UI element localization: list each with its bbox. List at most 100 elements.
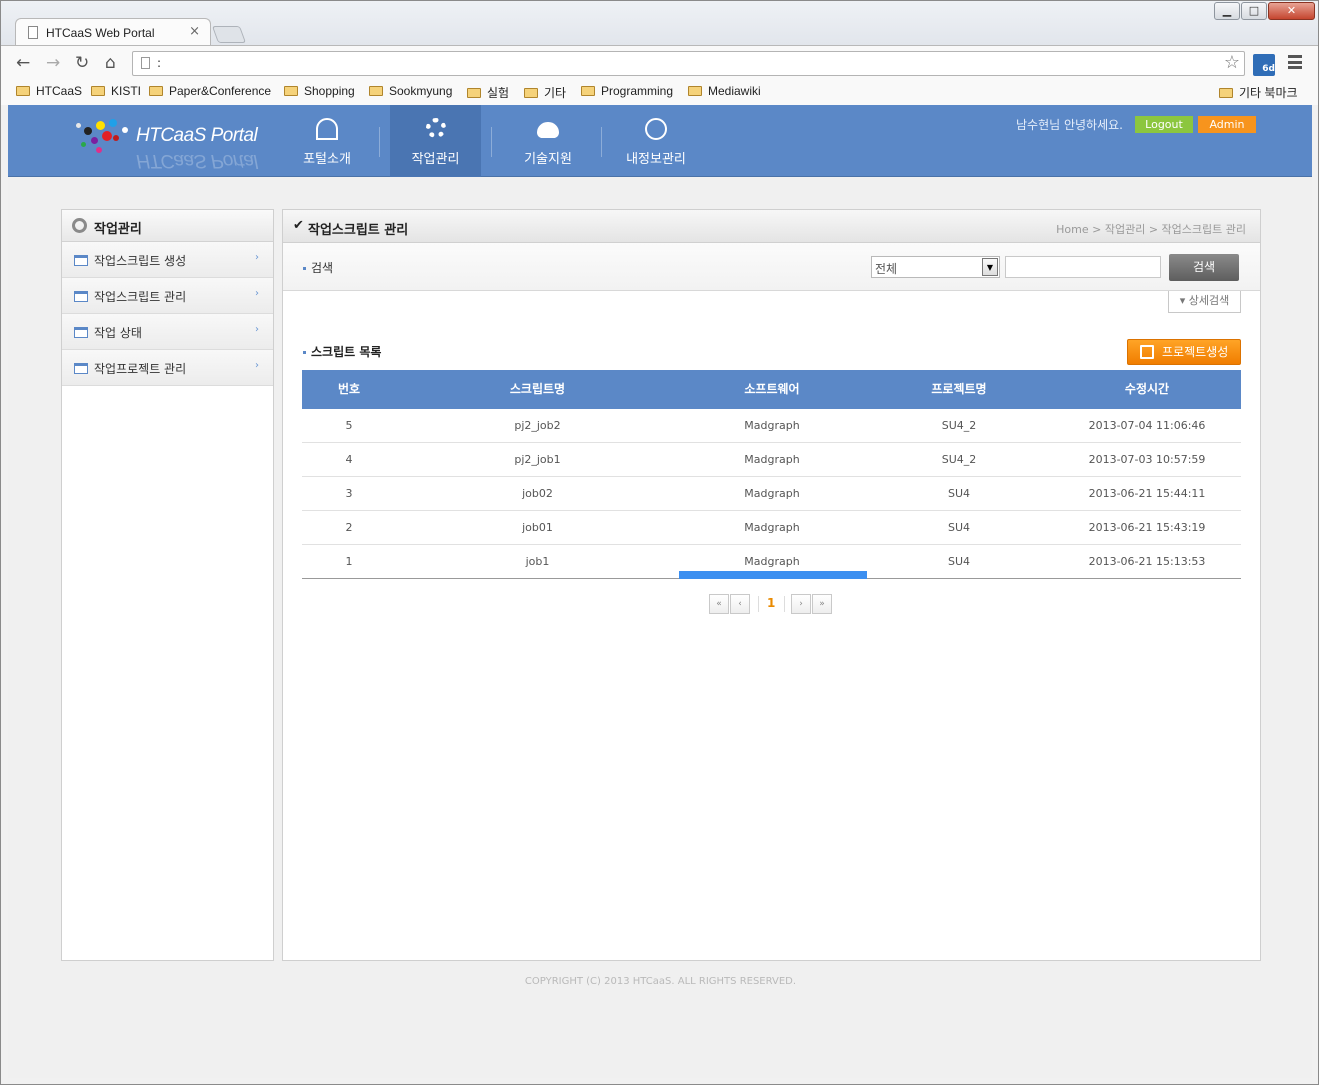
page-title: 작업스크립트 관리 [308, 223, 409, 238]
cell-modified-time: 2013-06-21 15:43:19 [1088, 521, 1206, 534]
list-title: 스크립트 목록 [303, 343, 381, 360]
gnb-divider [491, 127, 492, 157]
search-filter-select[interactable]: 전체 ▼ [871, 256, 1000, 278]
search-input[interactable] [1005, 256, 1161, 278]
bookmark-kisti[interactable]: KISTI [91, 84, 141, 98]
maximize-button[interactable]: □ [1241, 2, 1267, 20]
last-page-button[interactable]: » [812, 594, 832, 614]
gnb-tech-support[interactable]: 기술지원 [502, 105, 594, 177]
chevron-down-icon[interactable]: ▼ [982, 258, 998, 276]
tab-title: HTCaaS Web Portal [46, 26, 155, 40]
home-icon[interactable]: ⌂ [105, 53, 116, 73]
cell-script-name[interactable]: pj2_job2 [396, 409, 679, 443]
sidebar-item-manage-project[interactable]: 작업프로젝트 관리 › [62, 350, 273, 386]
bookmark-htcaas[interactable]: HTCaaS [16, 84, 82, 98]
sidebar-item-create-script[interactable]: 작업스크립트 생성 › [62, 242, 273, 278]
back-icon[interactable]: ← [16, 53, 30, 73]
chevron-right-icon: › [255, 288, 259, 299]
portal-header: HTCaaS Portal HTCaaS Portal 포털소개 작업관리 기술… [8, 105, 1312, 177]
logo-icon[interactable] [76, 117, 136, 161]
gnb-portal-intro[interactable]: 포털소개 [280, 105, 374, 177]
gnb-my-info[interactable]: 내정보관리 [612, 105, 700, 177]
gnb-divider [601, 127, 602, 157]
pagination-divider [758, 596, 759, 612]
chevron-right-icon: › [255, 360, 259, 371]
bookmark-star-icon[interactable]: ☆ [1224, 52, 1240, 73]
sidebar-item-job-status[interactable]: 작업 상태 › [62, 314, 273, 350]
cell-number: 4 [345, 453, 353, 466]
search-button[interactable]: 검색 [1169, 254, 1239, 281]
column-header[interactable]: 스크립트명 [396, 370, 679, 409]
cell-script-name[interactable]: job01 [396, 511, 679, 545]
tab-close-icon[interactable]: × [189, 24, 200, 39]
close-window-button[interactable]: ✕ [1268, 2, 1315, 20]
menu-icon[interactable] [1288, 55, 1302, 69]
page-number-current[interactable]: 1 [767, 596, 775, 610]
chevron-right-icon: › [255, 252, 259, 263]
sidebar: 작업관리 작업스크립트 생성 › 작업스크립트 관리 › 작업 상태 › 작업프… [61, 209, 274, 961]
cell-modified-time: 2013-07-03 10:57:59 [1088, 453, 1206, 466]
script-table: 번호 스크립트명 소프트웨어 프로젝트명 수정시간 5 pj2_job2 Mad… [302, 370, 1241, 579]
next-page-button[interactable]: › [791, 594, 811, 614]
search-area: 검색 전체 ▼ 검색 [283, 243, 1260, 291]
bookmark-paper-conference[interactable]: Paper&Conference [149, 84, 271, 98]
copyright: COPYRIGHT (C) 2013 HTCaaS. ALL RIGHTS RE… [524, 976, 797, 987]
minimize-button[interactable]: ▁ [1214, 2, 1240, 20]
cell-number: 2 [345, 521, 353, 534]
browser-tab[interactable]: HTCaaS Web Portal × [15, 18, 211, 46]
calendar-extension-icon[interactable]: 6d [1253, 54, 1275, 76]
cell-script-name[interactable]: pj2_job1 [396, 443, 679, 477]
folder-icon [284, 86, 298, 96]
column-header[interactable]: 소프트웨어 [679, 370, 865, 409]
cell-modified-time: 2013-06-21 15:44:11 [1088, 487, 1206, 500]
column-header[interactable]: 수정시간 [1053, 370, 1241, 409]
other-bookmarks[interactable]: 기타 북마크 [1219, 84, 1298, 101]
cell-script-name[interactable]: job02 [396, 477, 679, 511]
table-row[interactable]: 3 job02 Madgraph SU4 2013-06-21 15:44:11 [302, 477, 1241, 511]
cell-number: 3 [345, 487, 353, 500]
table-row[interactable]: 5 pj2_job2 Madgraph SU4_2 2013-07-04 11:… [302, 409, 1241, 443]
bookmark-etc[interactable]: 기타 [524, 84, 566, 101]
browser-window: HTCaaS Web Portal × ▁ □ ✕ ← → ↻ ⌂ : ☆ 6d… [0, 0, 1319, 1085]
folder-icon [369, 86, 383, 96]
cell-number: 5 [345, 419, 353, 432]
detail-search-button[interactable]: ▾ 상세검색 [1168, 291, 1241, 313]
folder-icon [16, 86, 30, 96]
folder-icon [91, 86, 105, 96]
bookmark-shopping[interactable]: Shopping [284, 84, 355, 98]
bookmark-mediawiki[interactable]: Mediawiki [688, 84, 761, 98]
bookmark-programming[interactable]: Programming [581, 84, 673, 98]
prev-page-button[interactable]: ‹ [730, 594, 750, 614]
cell-script-name[interactable]: job1 [396, 545, 679, 579]
admin-button[interactable]: Admin [1198, 116, 1256, 133]
address-bar[interactable]: : ☆ [132, 51, 1245, 76]
table-row[interactable]: 4 pj2_job1 Madgraph SU4_2 2013-07-03 10:… [302, 443, 1241, 477]
table-row[interactable]: 2 job01 Madgraph SU4 2013-06-21 15:43:19 [302, 511, 1241, 545]
forward-icon[interactable]: → [46, 53, 60, 73]
gnb-job-management[interactable]: 작업관리 [390, 105, 481, 177]
logout-button[interactable]: Logout [1135, 116, 1193, 133]
column-header[interactable]: 번호 [302, 370, 396, 409]
sidebar-item-manage-script[interactable]: 작업스크립트 관리 › [62, 278, 273, 314]
sidebar-item-label: 작업 상태 [94, 326, 142, 340]
cell-number: 1 [345, 555, 353, 568]
bookmark-sookmyung[interactable]: Sookmyung [369, 84, 452, 98]
first-page-button[interactable]: « [709, 594, 729, 614]
folder-icon [524, 88, 538, 98]
logo-text[interactable]: HTCaaS Portal [136, 125, 258, 147]
gnb-divider [379, 127, 380, 157]
window-icon [74, 327, 88, 338]
window-icon [74, 255, 88, 266]
signal-icon [316, 118, 338, 140]
create-project-button[interactable]: 프로젝트생성 [1127, 339, 1241, 365]
page-icon [28, 26, 38, 39]
chat-icon [645, 118, 667, 140]
column-header[interactable]: 프로젝트명 [865, 370, 1053, 409]
new-tab-button[interactable] [211, 26, 247, 43]
window-icon [74, 291, 88, 302]
breadcrumb: Home > 작업관리 > 작업스크립트 관리 [1056, 223, 1246, 236]
cell-modified-time: 2013-06-21 15:13:53 [1088, 555, 1206, 568]
reload-icon[interactable]: ↻ [75, 53, 89, 73]
cell-software: Madgraph [744, 521, 800, 534]
bookmark-experiment[interactable]: 실험 [467, 84, 509, 101]
